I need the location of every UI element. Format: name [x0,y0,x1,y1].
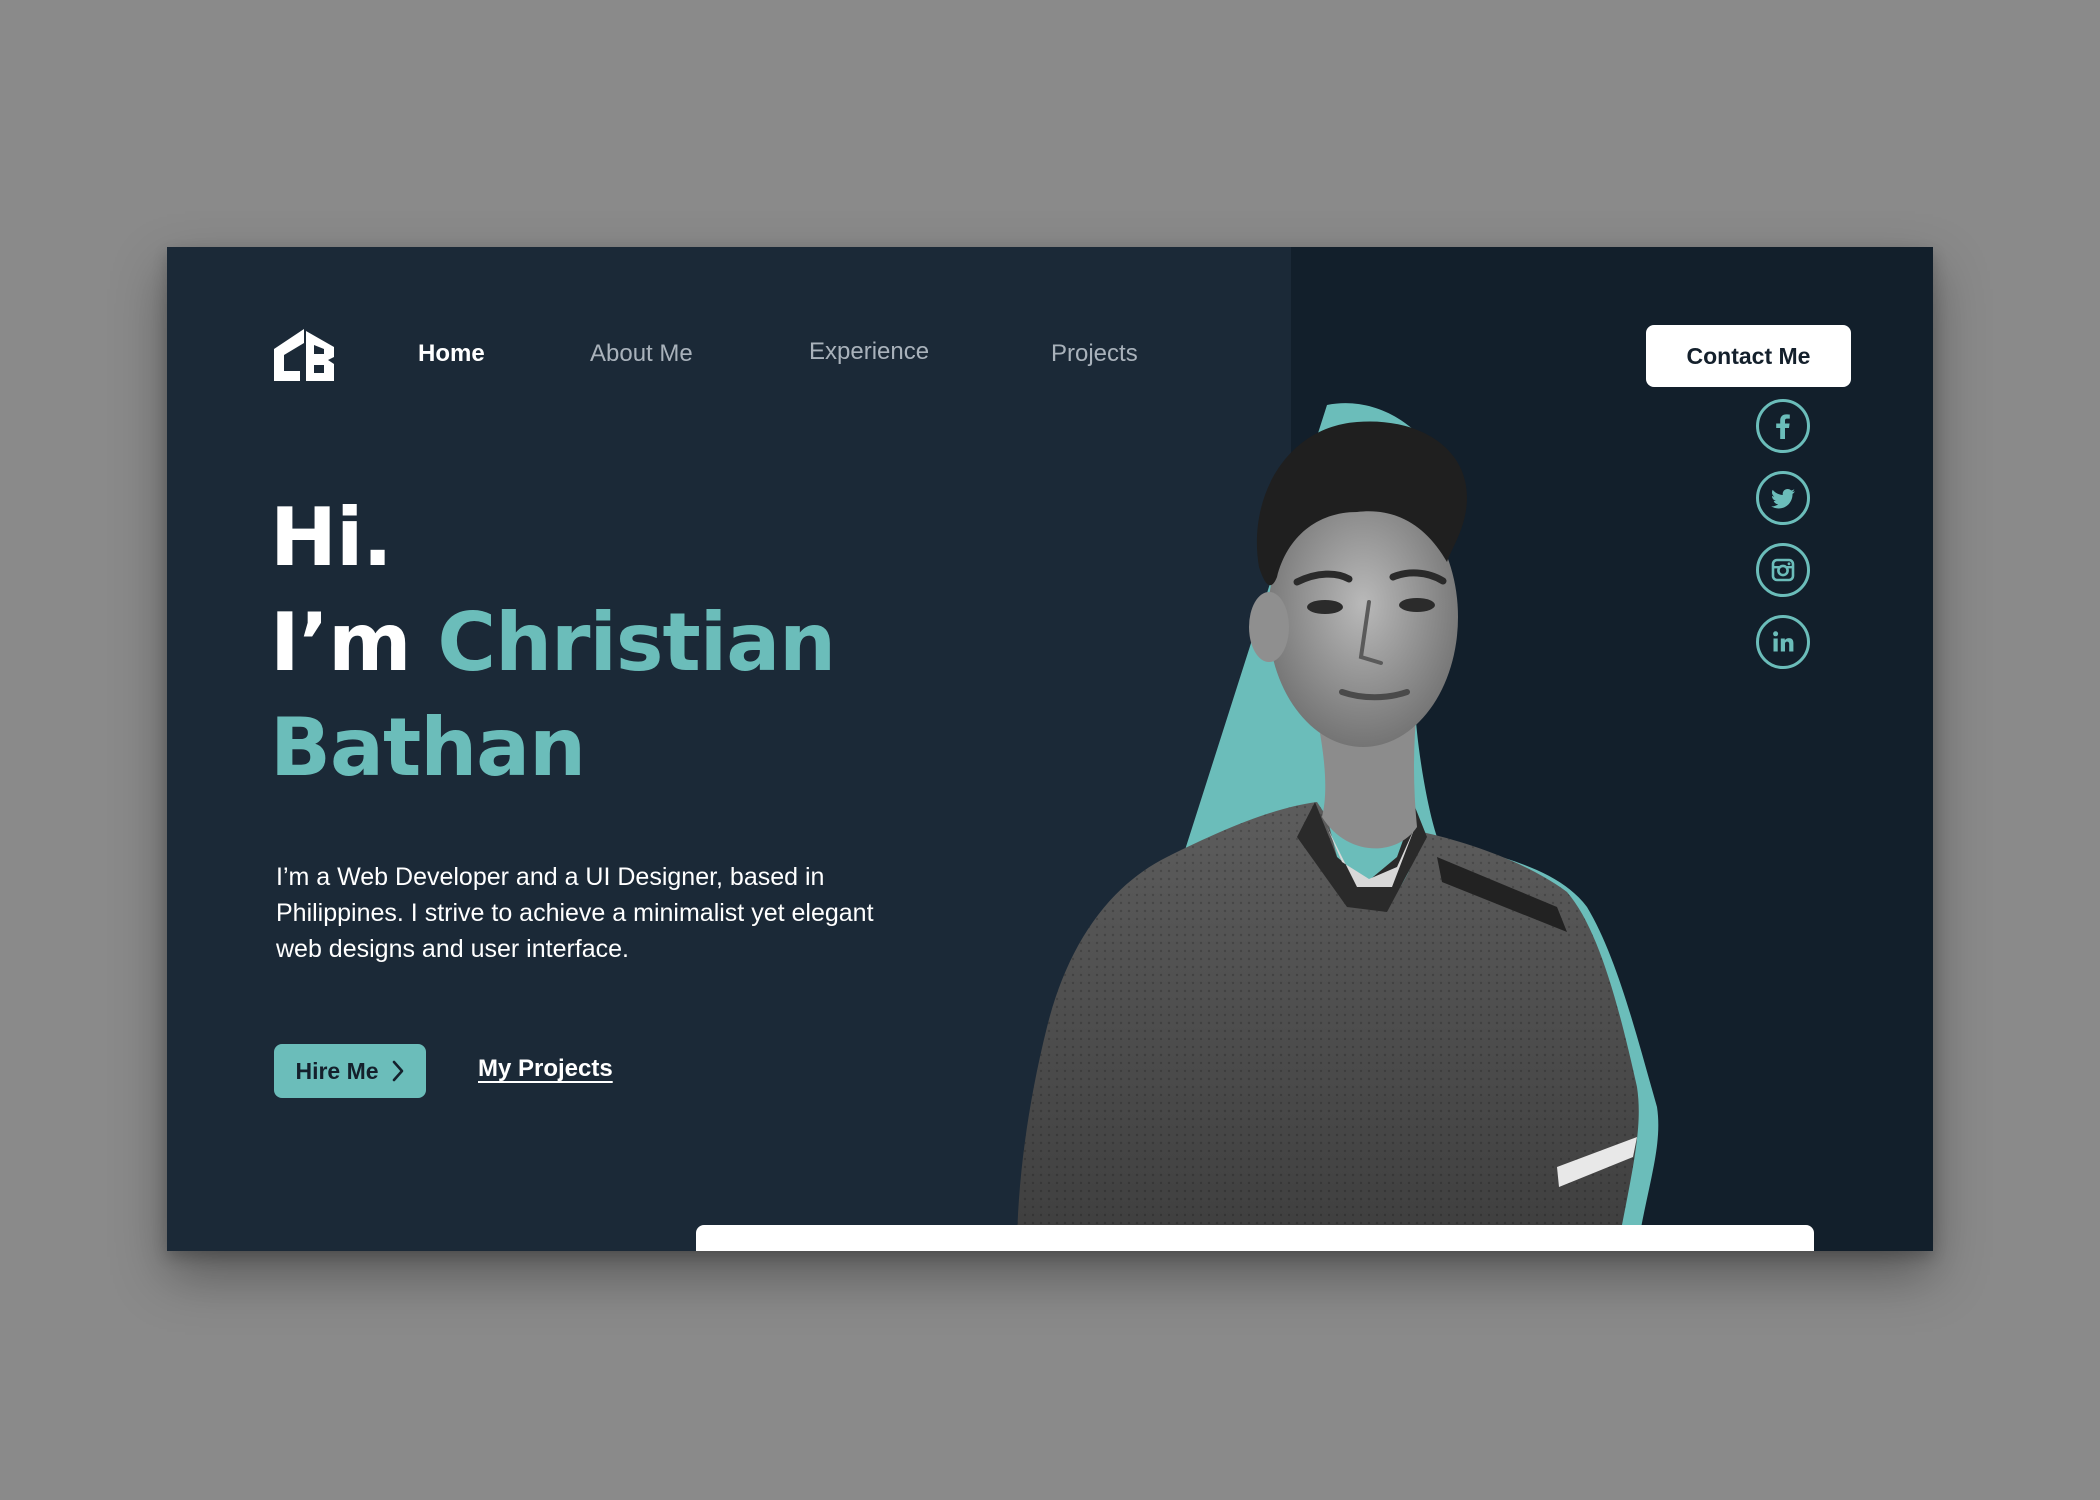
nav-link-about-me[interactable]: About Me [590,340,693,368]
hero-description: I’m a Web Developer and a UI Designer, b… [276,863,874,963]
twitter-icon [1771,489,1795,509]
hero-last-name: Bathan [270,701,586,794]
my-projects-link[interactable]: My Projects [478,1055,613,1083]
hero-first-name: Christian [437,596,836,689]
linkedin-icon [1773,631,1794,652]
chevron-right-icon [392,1060,403,1082]
nav-link-projects[interactable]: Projects [1051,340,1138,368]
twitter-link[interactable] [1756,471,1810,525]
linkedin-link[interactable] [1756,615,1810,669]
hero-heading: Hi. I’m Christian Bathan [270,485,836,800]
portrait-image [1017,403,1659,1251]
cb-logo-icon[interactable]: CB [270,327,338,383]
instagram-link[interactable] [1756,543,1810,597]
hire-me-label: Hire Me [295,1057,379,1084]
page-backdrop: CB Home About Me Experience Projects Con… [0,0,2100,1500]
facebook-icon [1776,414,1790,439]
nav-link-home[interactable]: Home [418,340,485,368]
hire-me-button[interactable]: Hire Me [274,1044,426,1098]
nav-link-experience[interactable]: Experience [809,338,929,366]
bottom-card-edge [696,1225,1814,1251]
instagram-icon [1771,558,1795,582]
facebook-link[interactable] [1756,399,1810,453]
hero-intro-prefix: I’m [270,596,438,689]
landing-page-frame: CB Home About Me Experience Projects Con… [167,247,1933,1251]
contact-me-button[interactable]: Contact Me [1646,325,1851,387]
hero-greeting: Hi. [270,491,393,584]
